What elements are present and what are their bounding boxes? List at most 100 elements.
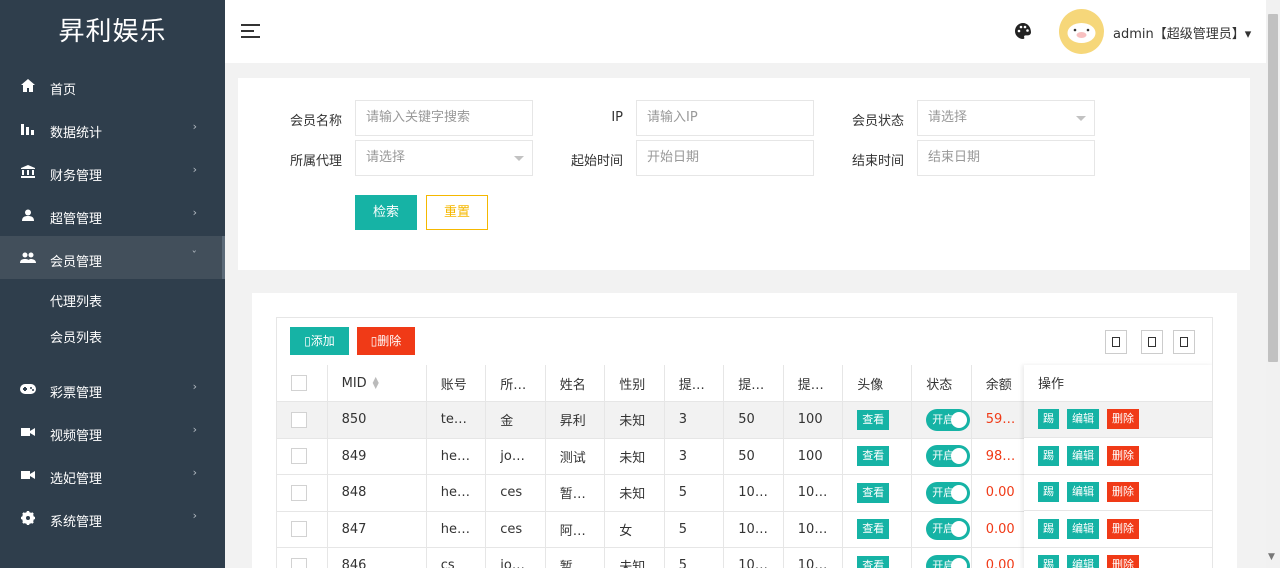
kick-button[interactable]: 踢 bbox=[1038, 445, 1059, 466]
sidebar-item-finance[interactable]: 财务管理 › bbox=[0, 150, 225, 193]
cell-account: he… bbox=[426, 474, 487, 512]
avatar[interactable] bbox=[1059, 9, 1104, 54]
cell-mid: 847 bbox=[327, 511, 427, 548]
member-table: ▯添加 ▯删除 MID ▲ ▼ 账号 所… 姓名 性别 提… 提… 提… 头像 … bbox=[276, 317, 1213, 568]
delete-button[interactable]: 删除 bbox=[1107, 518, 1139, 539]
cell-withdraw-b: 50 bbox=[723, 401, 784, 439]
search-form: 会员名称 请输入关键字搜索 IP 请输入IP 会员状态 请选择 所属代理 请选择… bbox=[238, 78, 1250, 270]
edit-button[interactable]: 编辑 bbox=[1067, 482, 1099, 503]
chevron-right-icon: › bbox=[192, 163, 197, 176]
user-menu[interactable]: admin【超级管理员】▾ bbox=[1113, 23, 1251, 42]
sidebar-item-system[interactable]: 系统管理 › bbox=[0, 496, 225, 539]
scrollbar-thumb[interactable] bbox=[1268, 14, 1278, 362]
scroll-down-icon[interactable]: ▼ bbox=[1268, 552, 1275, 562]
kick-button[interactable]: 踢 bbox=[1038, 518, 1059, 539]
end-date-input[interactable]: 结束日期 bbox=[917, 140, 1095, 176]
row-checkbox[interactable] bbox=[291, 521, 307, 538]
columns-filter-icon[interactable] bbox=[1105, 330, 1127, 354]
sidebar-subitem-members[interactable]: 会员列表 bbox=[0, 321, 225, 357]
member-status-label: 会员状态 bbox=[851, 114, 904, 129]
ip-input[interactable]: 请输入IP bbox=[636, 100, 814, 136]
sidebar-item-lottery[interactable]: 彩票管理 › bbox=[0, 367, 225, 410]
column-header-mid[interactable]: MID ▲ ▼ bbox=[327, 365, 427, 402]
status-toggle[interactable]: 开启 bbox=[926, 554, 971, 568]
view-avatar-button[interactable]: 查看 bbox=[857, 482, 890, 503]
cell-gender: 未知 bbox=[604, 474, 665, 512]
palette-icon[interactable] bbox=[1015, 23, 1031, 39]
cell-balance: 59… bbox=[971, 401, 1032, 439]
select-all-checkbox[interactable] bbox=[291, 375, 307, 391]
menu-toggle-icon[interactable] bbox=[241, 24, 260, 38]
member-status-select[interactable]: 请选择 bbox=[917, 100, 1095, 136]
sidebar-item-stats[interactable]: 数据统计 › bbox=[0, 107, 225, 150]
bulk-delete-button[interactable]: ▯删除 bbox=[357, 327, 415, 355]
export-icon[interactable] bbox=[1141, 330, 1163, 354]
add-icon: ▯ bbox=[304, 334, 311, 348]
delete-button[interactable]: 删除 bbox=[1107, 445, 1139, 466]
delete-button[interactable]: 删除 bbox=[1107, 409, 1139, 430]
cell-withdraw-a: 3 bbox=[664, 438, 725, 475]
start-date-input[interactable]: 开始日期 bbox=[636, 140, 814, 176]
add-button[interactable]: ▯添加 bbox=[290, 327, 349, 355]
cell-agent: ces bbox=[485, 474, 546, 512]
row-checkbox[interactable] bbox=[291, 448, 307, 465]
column-header: 提… bbox=[664, 365, 725, 402]
status-toggle[interactable]: 开启 bbox=[926, 481, 971, 504]
cell-withdraw-c: 10… bbox=[783, 547, 844, 568]
kick-button[interactable]: 踢 bbox=[1038, 482, 1059, 503]
cell-name: 昇利 bbox=[545, 401, 606, 439]
sidebar-item-label: 首页 bbox=[50, 83, 77, 98]
view-avatar-button[interactable]: 查看 bbox=[857, 519, 890, 540]
sidebar-item-videos[interactable]: 视频管理 › bbox=[0, 410, 225, 453]
reset-button[interactable]: 重置 bbox=[426, 195, 488, 230]
cell-balance: 0.00 bbox=[971, 474, 1032, 512]
delete-button[interactable]: 删除 bbox=[1107, 482, 1139, 503]
member-name-input[interactable]: 请输入关键字搜索 bbox=[355, 100, 533, 136]
start-date-label: 起始时间 bbox=[570, 154, 623, 169]
print-icon[interactable] bbox=[1173, 330, 1195, 354]
cell-withdraw-b: 10… bbox=[723, 511, 784, 548]
status-toggle[interactable]: 开启 bbox=[926, 518, 971, 541]
top-header: admin【超级管理员】▾ bbox=[225, 0, 1266, 63]
cell-withdraw-a: 5 bbox=[664, 474, 725, 512]
column-header: 性别 bbox=[604, 365, 665, 402]
view-avatar-button[interactable]: 查看 bbox=[857, 409, 890, 430]
sidebar-item-selection[interactable]: 选妃管理 › bbox=[0, 453, 225, 496]
row-checkbox[interactable] bbox=[291, 411, 307, 428]
column-header: 姓名 bbox=[545, 365, 606, 402]
sidebar-subitem-agents[interactable]: 代理列表 bbox=[0, 285, 225, 321]
sidebar-item-home[interactable]: 首页 bbox=[0, 64, 225, 107]
edit-button[interactable]: 编辑 bbox=[1067, 409, 1099, 430]
search-button[interactable]: 检索 bbox=[355, 195, 417, 230]
sidebar-item-admin[interactable]: 超管管理 › bbox=[0, 193, 225, 236]
caret-down-icon bbox=[514, 156, 524, 161]
kick-button[interactable]: 踢 bbox=[1038, 555, 1059, 568]
home-icon bbox=[20, 64, 36, 107]
column-header: 账号 bbox=[426, 365, 487, 402]
gear-icon bbox=[20, 496, 36, 539]
member-status-value: 请选择 bbox=[928, 110, 968, 125]
status-toggle[interactable]: 开启 bbox=[926, 408, 971, 431]
row-checkbox[interactable] bbox=[291, 484, 307, 501]
sort-icon[interactable]: ▲ ▼ bbox=[373, 376, 379, 390]
sidebar-item-label: 彩票管理 bbox=[50, 386, 103, 401]
row-checkbox[interactable] bbox=[291, 557, 307, 568]
status-toggle[interactable]: 开启 bbox=[926, 445, 971, 468]
edit-button[interactable]: 编辑 bbox=[1067, 445, 1099, 466]
cell-gender: 未知 bbox=[604, 401, 665, 439]
edit-button[interactable]: 编辑 bbox=[1067, 518, 1099, 539]
kick-button[interactable]: 踢 bbox=[1038, 409, 1059, 430]
sidebar-item-members[interactable]: 会员管理 ˇ bbox=[0, 236, 225, 279]
member-name-label: 会员名称 bbox=[289, 114, 342, 129]
cell-gender: 未知 bbox=[604, 547, 665, 568]
view-avatar-button[interactable]: 查看 bbox=[857, 446, 890, 467]
cell-withdraw-c: 100 bbox=[783, 401, 844, 439]
view-avatar-button[interactable]: 查看 bbox=[857, 555, 890, 568]
chevron-right-icon: › bbox=[192, 509, 197, 522]
delete-button[interactable]: 删除 bbox=[1107, 555, 1139, 568]
actions-cell: 踢编辑 删除 bbox=[1024, 438, 1212, 475]
cell-balance: 0.00 bbox=[971, 547, 1032, 568]
agent-select[interactable]: 请选择 bbox=[355, 140, 533, 176]
cell-withdraw-c: 10… bbox=[783, 511, 844, 548]
edit-button[interactable]: 编辑 bbox=[1067, 555, 1099, 568]
